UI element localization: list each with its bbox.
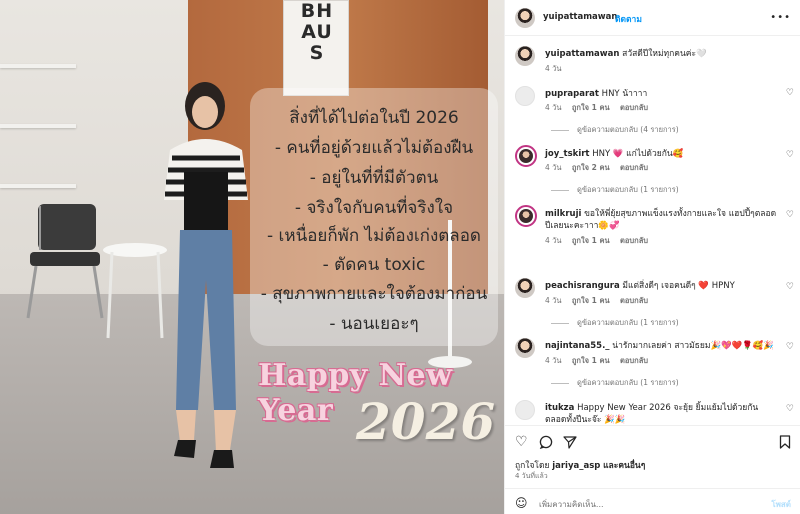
bauhaus-poster: BH AU S <box>283 0 349 96</box>
post-actions: ♡ ถูกใจโดย jariya_asp และคนอื่นๆ 4 วันที… <box>505 425 800 514</box>
comment-likes[interactable]: ถูกใจ 2 คน <box>572 163 610 172</box>
comment-text: itukza Happy New Year 2026 จะยุ้ย ยิ้มแย… <box>545 402 777 426</box>
avatar[interactable] <box>515 400 535 420</box>
reply-button[interactable]: ตอบกลับ <box>620 356 648 365</box>
comment-meta: 4 วัน ถูกใจ 2 คน ตอบกลับ <box>545 162 656 174</box>
comment-text: peachisrangura มีแต่สิ่งดีๆ เจอคนดีๆ ❤️ … <box>545 280 777 292</box>
comment-like-icon[interactable]: ♡ <box>786 342 794 352</box>
comment-meta: 4 วัน ถูกใจ 1 คน ตอบกลับ <box>545 102 656 114</box>
comment-likes[interactable]: ถูกใจ 1 คน <box>572 236 610 245</box>
comment-username[interactable]: joy_tskirt <box>545 149 590 159</box>
comment-text: milkruji ขอให้พี่ยุ้ยสุขภาพแข็งแรงทั้งกา… <box>545 208 777 232</box>
caption-time: 4 วัน <box>545 63 570 75</box>
year-text: 2026 <box>356 392 496 451</box>
wall-shelves <box>0 30 80 210</box>
shelf <box>0 124 76 128</box>
comment-like-icon[interactable]: ♡ <box>786 404 794 414</box>
comment-time: 4 วัน <box>545 236 562 245</box>
follow-button[interactable]: ติดตาม <box>615 12 642 26</box>
comment-meta: 4 วัน ถูกใจ 1 คน ตอบกลับ <box>545 295 656 307</box>
comment-username[interactable]: pupraparat <box>545 89 599 99</box>
overlay-line: - ตัดคน toxic <box>322 255 426 275</box>
view-replies-button[interactable]: ดูข้อความตอบกลับ (1 รายการ) <box>551 317 679 329</box>
liked-by-text: ถูกใจโดย jariya_asp และคนอื่นๆ <box>515 458 645 472</box>
view-replies-button[interactable]: ดูข้อความตอบกลับ (4 รายการ) <box>551 124 679 136</box>
overlay-line: - จริงใจกับคนที่จริงใจ <box>294 198 454 218</box>
comment-body: มีแต่สิ่งดีๆ เจอคนดีๆ ❤️ HPNY <box>622 281 735 291</box>
poster-text: BH AU S <box>300 0 334 64</box>
avatar[interactable] <box>515 8 535 28</box>
comment-like-icon[interactable]: ♡ <box>786 88 794 98</box>
comment-body: HNY 💗 แก่ไปด้วยกัน🥰 <box>592 149 684 159</box>
bookmark-icon[interactable] <box>779 435 791 449</box>
post-header: yuipattamawan • ติดตาม ••• <box>505 0 800 36</box>
send-icon[interactable] <box>563 435 577 449</box>
comment-time: 4 วัน <box>545 356 562 365</box>
view-replies-button[interactable]: ดูข้อความตอบกลับ (1 รายการ) <box>551 184 679 196</box>
reply-button[interactable]: ตอบกลับ <box>620 296 648 305</box>
comment-time: 4 วัน <box>545 103 562 112</box>
overlay-line: สิ่งที่ได้ไปต่อในปี 2026 <box>289 108 459 128</box>
comment-body: Happy New Year 2026 จะยุ้ย ยิ้มแย้มไปด้ว… <box>545 403 759 425</box>
heart-icon[interactable]: ♡ <box>515 434 528 450</box>
comment-username[interactable]: peachisrangura <box>545 281 620 291</box>
post-comment-button[interactable]: โพสต์ <box>771 498 791 511</box>
comment-meta: 4 วัน ถูกใจ 1 คน ตอบกลับ <box>545 235 656 247</box>
chair-illustration <box>26 204 104 319</box>
comment-input[interactable]: เพิ่มความคิดเห็น... <box>539 498 604 511</box>
liked-by-user[interactable]: jariya_asp <box>552 461 600 471</box>
comment-like-icon[interactable]: ♡ <box>786 150 794 160</box>
smiley-icon[interactable]: ☺ <box>515 496 528 510</box>
liked-by-prefix: ถูกใจโดย <box>515 461 550 471</box>
reply-button[interactable]: ตอบกลับ <box>620 103 648 112</box>
shelf <box>0 184 76 188</box>
overlay-line: - คนที่อยู่ด้วยแล้วไม่ต้องฝืน <box>274 138 474 158</box>
avatar[interactable] <box>515 46 535 66</box>
more-options-icon[interactable]: ••• <box>770 12 791 23</box>
caption-username[interactable]: yuipattamawan <box>545 49 619 59</box>
avatar[interactable] <box>515 338 535 358</box>
comment-username[interactable]: najintana55._ <box>545 341 610 351</box>
post-photo[interactable]: BH AU S สิ่งที่ได้ไปต่อในปี 2026 - คนที่… <box>0 0 504 514</box>
shelf <box>0 64 76 68</box>
caption-body: สวัสดีปีใหม่ทุกคนค่ะ🤍 <box>622 49 707 59</box>
comment-text: najintana55._ น่ารักมากเลยค่า สาวมัธยม🎉💖… <box>545 340 777 352</box>
caption-text: yuipattamawan สวัสดีปีใหม่ทุกคนค่ะ🤍 <box>545 48 777 60</box>
reply-button[interactable]: ตอบกลับ <box>620 236 648 245</box>
caption-time-label: 4 วัน <box>545 64 562 73</box>
avatar[interactable] <box>515 145 537 167</box>
comment-body: น่ารักมากเลยค่า สาวมัธยม🎉💖❤️🌹🥰🎉 <box>612 341 774 351</box>
comment-time: 4 วัน <box>545 163 562 172</box>
post-time: 4 วันที่แล้ว <box>515 472 548 480</box>
overlay-line: - นอนเยอะๆ <box>329 314 419 334</box>
avatar[interactable] <box>515 205 537 227</box>
header-dot: • <box>605 12 610 21</box>
view-replies-button[interactable]: ดูข้อความตอบกลับ (1 รายการ) <box>551 377 679 389</box>
comment-likes[interactable]: ถูกใจ 1 คน <box>572 356 610 365</box>
comment-meta: 4 วัน ถูกใจ 1 คน ตอบกลับ <box>545 355 656 367</box>
comment-likes[interactable]: ถูกใจ 1 คน <box>572 103 610 112</box>
comment-text: pupraparat HNY น้าาาา <box>545 88 777 100</box>
comment-text: joy_tskirt HNY 💗 แก่ไปด้วยกัน🥰 <box>545 148 777 160</box>
comment-time: 4 วัน <box>545 296 562 305</box>
overlay-line: - สุขภาพกายและใจต้องมาก่อน <box>260 284 488 304</box>
comment-like-icon[interactable]: ♡ <box>786 282 794 292</box>
comment-icon[interactable] <box>539 435 553 449</box>
comment-username[interactable]: milkruji <box>545 209 581 219</box>
post-side-panel: yuipattamawan • ติดตาม ••• yuipattamawan… <box>504 0 800 514</box>
liked-by-others[interactable]: และคนอื่นๆ <box>603 461 645 471</box>
comment-username[interactable]: itukza <box>545 403 574 413</box>
add-comment-bar: ☺ เพิ่มความคิดเห็น... โพสต์ <box>505 488 800 514</box>
avatar[interactable] <box>515 86 535 106</box>
reply-button[interactable]: ตอบกลับ <box>620 163 648 172</box>
avatar[interactable] <box>515 278 535 298</box>
comment-likes[interactable]: ถูกใจ 1 คน <box>572 296 610 305</box>
overlay-line: - เหนื่อยก็พัก ไม่ต้องเก่งตลอด <box>267 226 481 246</box>
overlay-line: - อยู่ในที่ที่มีตัวตน <box>309 168 439 188</box>
comment-like-icon[interactable]: ♡ <box>786 210 794 220</box>
comment-body: HNY น้าาาา <box>601 89 648 99</box>
person-illustration <box>164 82 248 468</box>
